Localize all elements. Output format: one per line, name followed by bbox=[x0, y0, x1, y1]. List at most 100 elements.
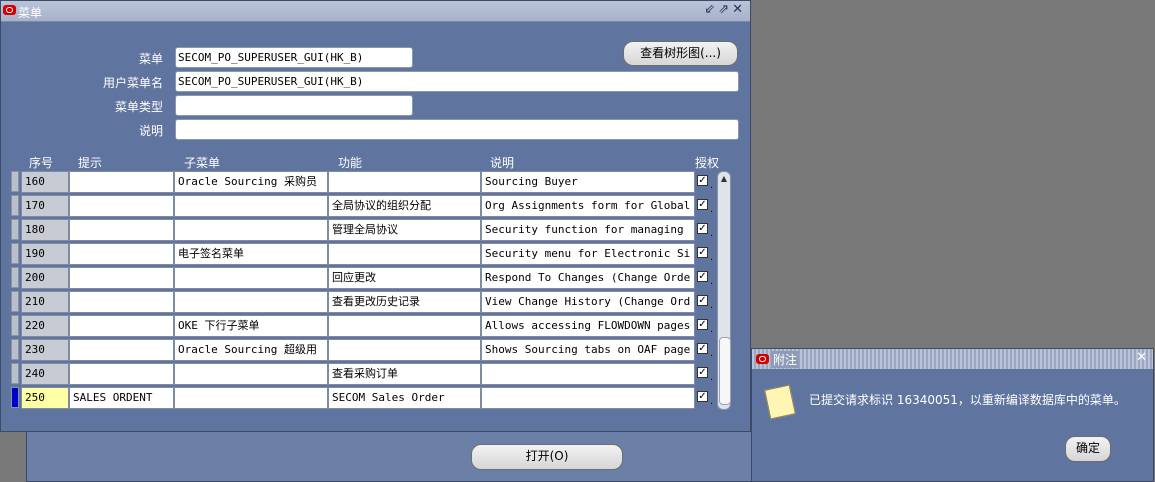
cell-prompt[interactable] bbox=[69, 219, 174, 241]
cell-submenu[interactable] bbox=[174, 291, 328, 313]
cell-prompt[interactable] bbox=[69, 195, 174, 217]
grant-checkbox[interactable]: ✓ bbox=[697, 343, 708, 354]
table-row[interactable]: 170 全局协议的组织分配 Org Assignments form for Glo… bbox=[11, 194, 717, 217]
oracle-logo-icon bbox=[756, 354, 769, 364]
cell-seq[interactable]: 240 bbox=[21, 363, 69, 385]
cell-seq[interactable]: 190 bbox=[21, 243, 69, 265]
cell-prompt[interactable] bbox=[69, 291, 174, 313]
cell-seq[interactable]: 250 bbox=[21, 387, 69, 409]
cell-seq[interactable]: 200 bbox=[21, 267, 69, 289]
cell-description[interactable]: Shows Sourcing tabs on OAF page bbox=[481, 339, 695, 361]
row-selector[interactable] bbox=[11, 219, 19, 240]
grant-checkbox[interactable]: ✓ bbox=[697, 247, 708, 258]
cell-prompt[interactable] bbox=[69, 171, 174, 193]
user-menu-name-field[interactable]: SECOM_PO_SUPERUSER_GUI(HK_B) bbox=[175, 71, 739, 92]
row-selector[interactable] bbox=[11, 267, 19, 288]
cell-seq[interactable]: 170 bbox=[21, 195, 69, 217]
cell-seq[interactable]: 220 bbox=[21, 315, 69, 337]
cell-prompt[interactable] bbox=[69, 339, 174, 361]
col-header-description: 说明 bbox=[490, 156, 515, 170]
cell-submenu[interactable]: OKE 下行子菜单 bbox=[174, 315, 328, 337]
cell-description[interactable]: Allows accessing FLOWDOWN pages bbox=[481, 315, 695, 337]
cell-prompt[interactable] bbox=[69, 363, 174, 385]
cell-function[interactable] bbox=[328, 171, 481, 193]
grant-checkbox[interactable]: ✓ bbox=[697, 223, 708, 234]
table-row[interactable]: 210 查看更改历史记录 View Change History (Change O… bbox=[11, 290, 717, 313]
cell-function[interactable] bbox=[328, 243, 481, 265]
cell-submenu[interactable]: 电子签名菜单 bbox=[174, 243, 328, 265]
cell-prompt[interactable]: SALES ORDENT bbox=[69, 387, 174, 409]
table-row[interactable]: 230 Oracle Sourcing 超级用 Shows Sourcing tab… bbox=[11, 338, 717, 361]
cell-seq[interactable]: 230 bbox=[21, 339, 69, 361]
row-selector[interactable] bbox=[11, 195, 19, 216]
cell-description[interactable]: Security menu for Electronic Si bbox=[481, 243, 695, 265]
table-row[interactable]: 160 Oracle Sourcing 采购员 Sourcing Buyer ✓. bbox=[11, 170, 717, 193]
cell-description[interactable]: Sourcing Buyer bbox=[481, 171, 695, 193]
grant-checkbox[interactable]: ✓ bbox=[697, 367, 708, 378]
row-selector[interactable] bbox=[11, 171, 19, 192]
close-icon[interactable]: ✕ bbox=[1136, 350, 1147, 365]
cell-function[interactable] bbox=[328, 315, 481, 337]
cell-function[interactable]: 查看采购订单 bbox=[328, 363, 481, 385]
table-row[interactable]: 220 OKE 下行子菜单 Allows accessing FLOWDOWN pa… bbox=[11, 314, 717, 337]
notice-title: 附注 bbox=[771, 351, 800, 368]
oracle-logo-icon bbox=[3, 5, 16, 15]
cell-seq[interactable]: 160 bbox=[21, 171, 69, 193]
grant-checkbox[interactable]: ✓ bbox=[697, 199, 708, 210]
cell-function[interactable]: 全局协议的组织分配 bbox=[328, 195, 481, 217]
cell-function[interactable]: SECOM Sales Order bbox=[328, 387, 481, 409]
cell-prompt[interactable] bbox=[69, 315, 174, 337]
row-selector[interactable] bbox=[11, 363, 19, 384]
cell-seq[interactable]: 180 bbox=[21, 219, 69, 241]
row-selector[interactable] bbox=[11, 339, 19, 360]
cell-function[interactable]: 回应更改 bbox=[328, 267, 481, 289]
cell-function[interactable]: 管理全局协议 bbox=[328, 219, 481, 241]
ok-button[interactable]: 确定 bbox=[1065, 436, 1111, 462]
cell-description[interactable]: View Change History (Change Ord bbox=[481, 291, 695, 313]
scrollbar-thumb[interactable] bbox=[719, 337, 731, 405]
cell-prompt[interactable] bbox=[69, 243, 174, 265]
table-row[interactable]: 190 电子签名菜单 Security menu for Electronic Si… bbox=[11, 242, 717, 265]
table-row[interactable]: 200 回应更改 Respond To Changes (Change Orde ✓. bbox=[11, 266, 717, 289]
table-scrollbar[interactable]: ▲ bbox=[717, 171, 731, 410]
cell-submenu[interactable] bbox=[174, 195, 328, 217]
cell-description[interactable]: Org Assignments form for Global bbox=[481, 195, 695, 217]
grant-checkbox[interactable]: ✓ bbox=[697, 319, 708, 330]
grant-checkbox[interactable]: ✓ bbox=[697, 295, 708, 306]
view-tree-button[interactable]: 查看树形图(...) bbox=[623, 41, 738, 66]
cell-submenu[interactable] bbox=[174, 267, 328, 289]
grant-checkbox[interactable]: ✓ bbox=[697, 391, 708, 402]
cell-submenu[interactable]: Oracle Sourcing 超级用 bbox=[174, 339, 328, 361]
cell-description[interactable] bbox=[481, 387, 695, 409]
maximize-icon[interactable]: ⇗ bbox=[718, 2, 732, 17]
table-row[interactable]: 250 SALES ORDENT SECOM Sales Order ✓. bbox=[11, 386, 717, 409]
close-icon[interactable]: ✕ bbox=[732, 2, 746, 17]
grant-checkbox[interactable]: ✓ bbox=[697, 175, 708, 186]
menu-field[interactable]: SECOM_PO_SUPERUSER_GUI(HK_B) bbox=[175, 47, 413, 68]
cell-description[interactable]: Security function for managing bbox=[481, 219, 695, 241]
cell-prompt[interactable] bbox=[69, 267, 174, 289]
cell-function[interactable]: 查看更改历史记录 bbox=[328, 291, 481, 313]
grant-checkbox[interactable]: ✓ bbox=[697, 271, 708, 282]
table-row[interactable]: 180 管理全局协议 Security function for managing ✓… bbox=[11, 218, 717, 241]
cell-description[interactable]: Respond To Changes (Change Orde bbox=[481, 267, 695, 289]
cell-submenu[interactable] bbox=[174, 219, 328, 241]
table-row[interactable]: 240 查看采购订单 ✓. bbox=[11, 362, 717, 385]
cell-submenu[interactable] bbox=[174, 363, 328, 385]
row-selector[interactable] bbox=[11, 315, 19, 336]
cell-function[interactable] bbox=[328, 339, 481, 361]
minimize-icon[interactable]: ⇙ bbox=[704, 2, 718, 17]
description-field[interactable] bbox=[175, 119, 739, 140]
cell-seq[interactable]: 210 bbox=[21, 291, 69, 313]
grant-more-indicator: . bbox=[710, 204, 714, 215]
menu-label: 菜单 bbox=[138, 52, 163, 66]
menu-type-field[interactable] bbox=[175, 95, 413, 116]
row-selector[interactable] bbox=[11, 387, 19, 408]
cell-submenu[interactable] bbox=[174, 387, 328, 409]
cell-submenu[interactable]: Oracle Sourcing 采购员 bbox=[174, 171, 328, 193]
row-selector[interactable] bbox=[11, 243, 19, 264]
cell-description[interactable] bbox=[481, 363, 695, 385]
row-selector[interactable] bbox=[11, 291, 19, 312]
scroll-up-icon[interactable]: ▲ bbox=[719, 173, 729, 185]
open-button[interactable]: 打开(O) bbox=[471, 444, 623, 470]
